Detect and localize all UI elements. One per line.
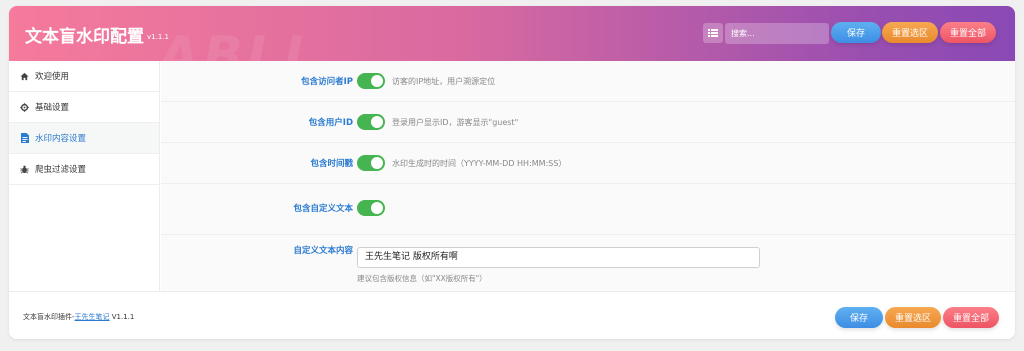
page-title: 文本盲水印配置 v1.1.1 xyxy=(25,22,169,47)
footer-plugin-prefix: 文本盲水印插件- xyxy=(23,313,75,321)
home-icon xyxy=(20,72,29,81)
footer-save-button[interactable]: 保存 xyxy=(835,307,883,328)
setting-label: 包含自定义文本 xyxy=(293,204,353,214)
page-title-text: 文本盲水印配置 xyxy=(25,27,144,47)
sidebar-item-label: 欢迎使用 xyxy=(35,72,70,82)
settings-content: 包含访问者IP 访客的IP地址，用户溯源定位 包含用户ID 登录用户显示ID，游… xyxy=(161,61,1015,291)
sidebar-item-label: 基础设置 xyxy=(35,103,70,113)
setting-row-visitor-ip: 包含访问者IP 访客的IP地址，用户溯源定位 xyxy=(161,61,1015,102)
custom-text-hint: 建议包含版权信息（如"XX版权所有"） xyxy=(357,274,487,283)
bug-icon xyxy=(20,165,29,174)
setting-description: 水印生成时的时间（YYYY-MM-DD HH:MM:SS） xyxy=(392,159,567,168)
sidebar: 欢迎使用 基础设置 水印内容设置 爬虫过滤设置 xyxy=(9,61,160,291)
header-bar: ABLL 文本盲水印配置 v1.1.1 搜索... 保存 重置选区 重置全部 xyxy=(9,6,1015,86)
visitor-ip-toggle[interactable] xyxy=(357,73,385,89)
setting-label: 包含用户ID xyxy=(308,118,353,128)
footer-reset-section-button[interactable]: 重置选区 xyxy=(885,307,941,328)
sidebar-item-label: 爬虫过滤设置 xyxy=(35,165,87,175)
sidebar-item-watermark-content[interactable]: 水印内容设置 xyxy=(9,123,159,154)
save-button[interactable]: 保存 xyxy=(831,22,881,43)
sidebar-item-welcome[interactable]: 欢迎使用 xyxy=(9,61,159,92)
reset-all-button[interactable]: 重置全部 xyxy=(940,22,996,43)
footer-reset-all-button[interactable]: 重置全部 xyxy=(943,307,999,328)
footer-version: V1.1.1 xyxy=(111,313,135,321)
setting-description: 访客的IP地址，用户溯源定位 xyxy=(392,77,496,86)
custom-text-toggle[interactable] xyxy=(357,200,385,216)
setting-label: 包含时间戳 xyxy=(310,159,353,169)
setting-label: 包含访问者IP xyxy=(301,77,353,87)
version-label: v1.1.1 xyxy=(147,33,169,41)
document-icon xyxy=(20,133,29,143)
setting-row-user-id: 包含用户ID 登录用户显示ID，游客显示"guest" xyxy=(161,102,1015,143)
custom-text-input[interactable]: 王先生笔记 版权所有啊 xyxy=(357,247,760,268)
reset-section-button[interactable]: 重置选区 xyxy=(882,22,938,43)
sidebar-item-basic-settings[interactable]: 基础设置 xyxy=(9,92,159,123)
author-link[interactable]: 王先生笔记 xyxy=(75,313,110,321)
footer-bar: 文本盲水印插件-王先生笔记 V1.1.1 保存 重置选区 重置全部 xyxy=(9,291,1015,339)
setting-description: 登录用户显示ID，游客显示"guest" xyxy=(392,118,519,127)
setting-row-timestamp: 包含时间戳 水印生成时的时间（YYYY-MM-DD HH:MM:SS） xyxy=(161,143,1015,184)
sidebar-item-crawler-filter[interactable]: 爬虫过滤设置 xyxy=(9,154,159,185)
user-id-toggle[interactable] xyxy=(357,114,385,130)
footer-credit: 文本盲水印插件-王先生笔记 V1.1.1 xyxy=(23,312,134,322)
setting-row-custom-text-toggle: 包含自定义文本 xyxy=(161,184,1015,235)
sidebar-item-label: 水印内容设置 xyxy=(35,134,87,144)
search-input[interactable]: 搜索... xyxy=(725,23,829,44)
list-icon[interactable] xyxy=(703,23,723,43)
timestamp-toggle[interactable] xyxy=(357,155,385,171)
gear-icon xyxy=(20,102,29,112)
settings-panel: ABLL 文本盲水印配置 v1.1.1 搜索... 保存 重置选区 重置全部 欢迎… xyxy=(9,6,1015,339)
custom-text-label: 自定义文本内容 xyxy=(293,246,353,256)
